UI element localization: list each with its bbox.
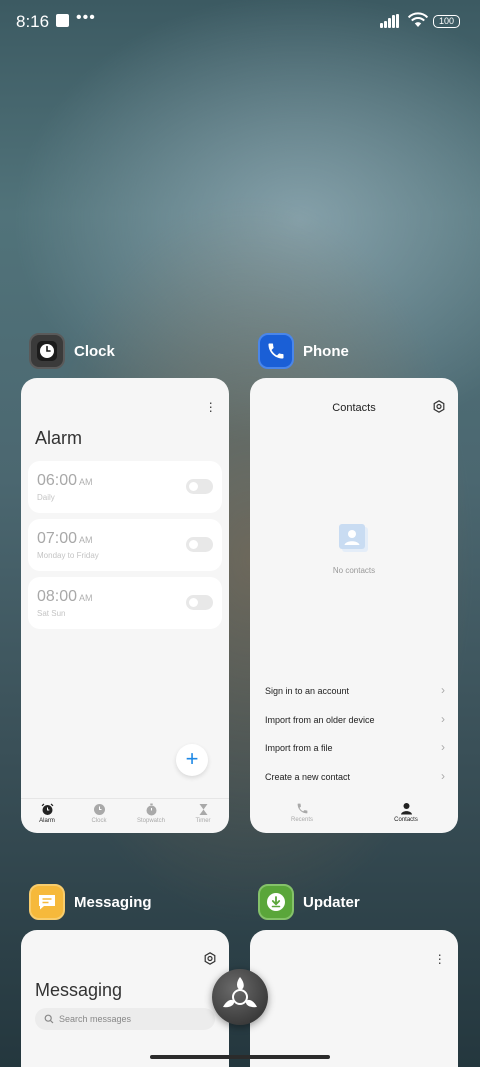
settings-gear-icon[interactable] [203, 952, 217, 966]
download-icon[interactable] [258, 884, 294, 920]
alarm-time: 06:00 AM [37, 472, 93, 489]
settings-gear-icon[interactable] [432, 400, 446, 414]
alarm-time: 07:00 AM [37, 530, 93, 547]
tab-alarm[interactable]: Alarm [21, 799, 73, 833]
app-header-updater[interactable]: Updater [258, 883, 360, 921]
alarm-repeat: Daily [37, 493, 55, 502]
tab-recents[interactable]: Recents [250, 798, 354, 833]
alarm-row[interactable]: 06:00 AM Daily [28, 461, 222, 513]
person-icon [400, 803, 412, 815]
battery-indicator: 100 [433, 15, 460, 28]
alarm-title: Alarm [35, 428, 83, 448]
option-create-contact[interactable]: Create a new contact › [265, 769, 445, 794]
messaging-title: Messaging [35, 980, 123, 1000]
search-input[interactable]: Search messages [35, 1008, 215, 1030]
phone-bottom-nav: Recents Contacts [250, 798, 458, 833]
app-header-phone[interactable]: Phone [258, 332, 349, 370]
empty-state-text: No contacts [332, 566, 376, 575]
clock-bottom-nav: Alarm Clock Stopwatch Timer [21, 798, 229, 833]
signal-icon [380, 14, 400, 28]
stopwatch-icon [146, 803, 156, 816]
app-header-clock[interactable]: Clock [29, 332, 115, 370]
phone-handset-icon [297, 803, 307, 814]
tri-blade-logo-icon [223, 977, 257, 1008]
messaging-app-card[interactable]: Messaging Search messages [21, 930, 229, 1067]
app-name-updater: Updater [303, 893, 360, 911]
app-name-clock: Clock [74, 342, 115, 360]
clock-app-card[interactable]: · · · Alarm 06:00 AM Daily 07:00 AM Monday t… [21, 378, 229, 833]
status-time: 8:16 [16, 12, 50, 31]
app-name-phone: Phone [303, 342, 349, 360]
alarm-icon [41, 803, 53, 815]
option-import-file[interactable]: Import from a file › [265, 740, 445, 765]
search-placeholder: Search messages [59, 1014, 132, 1024]
alarm-time: 08:00 AM [37, 588, 93, 605]
alarm-toggle[interactable] [186, 479, 213, 494]
contacts-title: Contacts [332, 402, 376, 414]
floating-assistant-logo[interactable] [212, 969, 268, 1025]
alarm-row[interactable]: 08:00 AM Sat Sun [28, 577, 222, 629]
phone-app-card[interactable]: Contacts No contacts Sign in to an accou… [250, 378, 458, 833]
tab-stopwatch[interactable]: Stopwatch [125, 799, 177, 833]
chevron-right-icon: › [441, 769, 445, 783]
chevron-right-icon: › [441, 712, 445, 726]
more-options-icon[interactable]: · · · [208, 395, 213, 417]
updater-app-card[interactable]: · · · [250, 930, 458, 1067]
tab-clock[interactable]: Clock [73, 799, 125, 833]
chevron-right-icon: › [441, 683, 445, 697]
tab-timer[interactable]: Timer [177, 799, 229, 833]
app-header-messaging[interactable]: Messaging [29, 883, 152, 921]
app-name-messaging: Messaging [74, 893, 152, 911]
option-import-older-device[interactable]: Import from an older device › [265, 712, 445, 737]
hourglass-icon [199, 804, 207, 815]
alarm-toggle[interactable] [186, 537, 213, 552]
alarm-toggle[interactable] [186, 595, 213, 610]
wifi-icon [407, 12, 429, 27]
more-options-icon[interactable]: · · · [437, 947, 442, 969]
phone-icon[interactable] [258, 333, 294, 369]
chevron-right-icon: › [441, 740, 445, 754]
clock-face-icon [93, 804, 105, 815]
status-bar: 8:16 ••• 100 [0, 0, 480, 44]
option-sign-in[interactable]: Sign in to an account › [265, 683, 445, 708]
tab-contacts[interactable]: Contacts [354, 798, 458, 833]
contact-card-icon [339, 524, 368, 552]
add-alarm-button[interactable]: + [176, 744, 208, 776]
alarm-row[interactable]: 07:00 AM Monday to Friday [28, 519, 222, 571]
notification-square-icon [56, 14, 69, 27]
message-icon[interactable] [29, 884, 65, 920]
alarm-repeat: Monday to Friday [37, 551, 99, 560]
search-icon [44, 1014, 54, 1024]
home-indicator[interactable] [150, 1055, 330, 1059]
more-notifications-icon: ••• [76, 9, 96, 26]
clock-icon[interactable] [29, 333, 65, 369]
alarm-repeat: Sat Sun [37, 609, 66, 618]
